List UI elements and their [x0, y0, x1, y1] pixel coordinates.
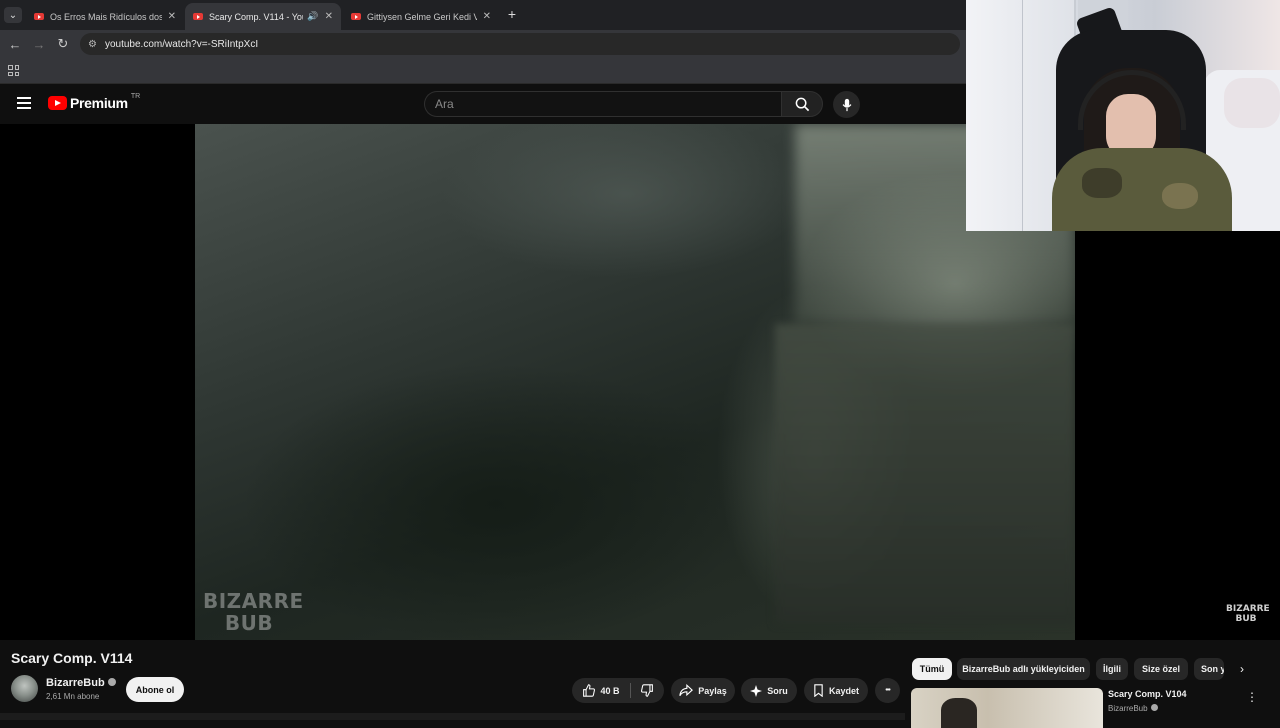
forward-button[interactable]: → — [30, 35, 48, 53]
new-tab-button[interactable]: + — [504, 6, 520, 22]
tab-list-button[interactable]: ⌄ — [4, 7, 22, 23]
thumbs-up-icon — [583, 684, 596, 697]
youtube-favicon-icon — [351, 13, 361, 20]
chip-recent[interactable]: Son y — [1194, 658, 1224, 680]
search-box[interactable] — [424, 91, 782, 117]
channel-watermark-small[interactable]: BIZARRE BUB — [1226, 604, 1270, 624]
share-button[interactable]: Paylaş — [671, 678, 735, 703]
country-code: TR — [130, 92, 141, 100]
more-horizontal-icon: ••• — [885, 687, 890, 694]
more-actions-button[interactable]: ••• — [875, 678, 900, 703]
like-dislike-group: 40 B — [572, 678, 664, 703]
chip-all[interactable]: Tümü — [912, 658, 952, 680]
video-frame[interactable] — [195, 124, 1075, 640]
back-button[interactable]: ← — [6, 35, 24, 53]
reload-button[interactable]: ↻ — [54, 35, 72, 53]
youtube-favicon-icon — [34, 13, 44, 20]
bookmark-icon — [814, 684, 823, 697]
browser-tab-3[interactable]: Gittiysen Gelme Geri Kedi Versi ✕ — [343, 3, 499, 30]
dislike-button[interactable] — [631, 678, 664, 703]
address-url: youtube.com/watch?v=-SRiIntpXcI — [104, 38, 259, 50]
arrow-left-icon: ← — [8, 36, 22, 52]
thumbs-down-icon — [640, 684, 653, 697]
description-box-edge — [0, 713, 905, 720]
save-button[interactable]: Kaydet — [804, 678, 868, 703]
close-icon[interactable]: ✕ — [168, 11, 176, 22]
video-scene-shelf — [775, 324, 1075, 624]
voice-search-button[interactable] — [833, 91, 860, 118]
ask-button[interactable]: Soru — [741, 678, 797, 703]
arrow-right-icon: → — [32, 36, 46, 52]
like-button[interactable]: 40 B — [572, 678, 629, 703]
subscribe-button[interactable]: Abone ol — [126, 677, 184, 702]
share-icon — [679, 684, 694, 697]
verified-icon — [107, 678, 116, 686]
channel-name[interactable]: BizarreBub — [46, 677, 116, 689]
microphone-icon — [842, 98, 851, 111]
sparkle-icon — [750, 684, 763, 697]
close-icon[interactable]: ✕ — [325, 11, 333, 22]
more-vertical-icon[interactable]: ⋮ — [1246, 690, 1258, 704]
recommendation-title[interactable]: Scary Comp. V104 — [1108, 689, 1187, 699]
youtube-favicon-icon — [193, 13, 203, 20]
tab-title: Gittiysen Gelme Geri Kedi Versi — [367, 11, 477, 22]
channel-watermark: BIZARRE BUB — [203, 589, 304, 635]
share-label: Paylaş — [698, 685, 727, 696]
search-button[interactable] — [781, 91, 823, 117]
tab-title: Os Erros Mais Ridículos dos Tra — [50, 11, 162, 22]
chevron-down-icon: ⌄ — [8, 9, 18, 21]
webcam-person-body — [1052, 148, 1232, 231]
verified-icon — [1150, 704, 1158, 711]
address-bar[interactable]: ⚙ youtube.com/watch?v=-SRiIntpXcI — [80, 33, 960, 55]
channel-avatar[interactable] — [11, 675, 38, 702]
video-title: Scary Comp. V114 — [11, 650, 133, 666]
recommendation-channel[interactable]: BizarreBub — [1108, 704, 1158, 713]
chevron-right-icon[interactable]: › — [1232, 659, 1252, 679]
youtube-premium-logo[interactable]: Premium TR — [48, 92, 141, 111]
like-count: 40 B — [600, 685, 620, 696]
recommendation-thumbnail[interactable] — [911, 688, 1103, 728]
reload-icon: ↻ — [57, 36, 69, 51]
chip-for-you[interactable]: Size özel — [1134, 658, 1188, 680]
webcam-overlay — [966, 0, 1280, 231]
tab-title: Scary Comp. V114 - YouTube — [209, 11, 303, 22]
save-label: Kaydet — [828, 685, 859, 696]
search-icon — [795, 97, 809, 111]
subscriber-count: 2,61 Mn abone — [46, 692, 100, 701]
browser-tab-2[interactable]: Scary Comp. V114 - YouTube 🔊 ✕ — [185, 3, 341, 30]
chip-from-uploader[interactable]: BizarreBub adlı yükleyiciden — [957, 658, 1090, 680]
chip-related[interactable]: İlgili — [1096, 658, 1128, 680]
search-input[interactable] — [425, 92, 782, 116]
menu-icon[interactable] — [17, 97, 31, 109]
logo-text: Premium — [70, 95, 128, 111]
ask-label: Soru — [767, 685, 788, 696]
webcam-pillow — [1224, 78, 1280, 128]
browser-tab-1[interactable]: Os Erros Mais Ridículos dos Tra ✕ — [26, 3, 184, 30]
plus-icon: + — [507, 6, 517, 22]
youtube-play-icon — [48, 96, 67, 110]
close-icon[interactable]: ✕ — [483, 11, 491, 22]
site-settings-icon[interactable]: ⚙ — [88, 39, 97, 50]
apps-grid-icon[interactable] — [8, 65, 19, 76]
speaker-icon[interactable]: 🔊 — [307, 11, 318, 22]
